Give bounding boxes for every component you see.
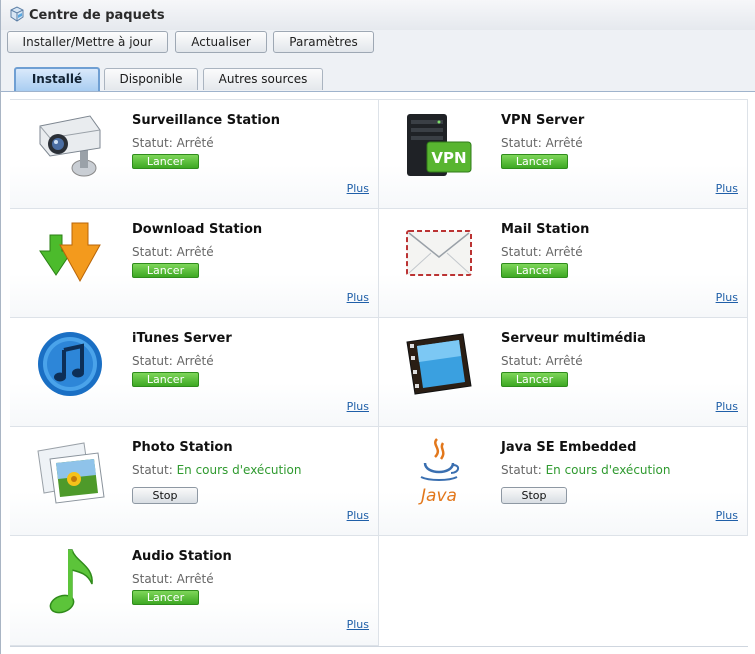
refresh-button[interactable]: Actualiser: [175, 31, 267, 53]
status-value: Arrêté: [545, 245, 583, 259]
more-link[interactable]: Plus: [347, 618, 369, 631]
tab-other-sources[interactable]: Autres sources: [203, 68, 323, 90]
package-name: Photo Station: [132, 440, 233, 455]
package-card-audio-station: Audio Station Statut: Arrêté Lancer Plus: [10, 536, 379, 646]
status-prefix: Statut:: [501, 245, 542, 259]
package-card-surveillance-station: Surveillance Station Statut: Arrêté Lanc…: [10, 100, 379, 209]
package-center-icon: [10, 6, 24, 22]
package-name: VPN Server: [501, 113, 585, 128]
package-card-itunes-server: iTunes Server Statut: Arrêté Lancer Plus: [10, 318, 379, 427]
package-status: Statut: En cours d'exécution: [132, 463, 302, 477]
status-prefix: Statut:: [132, 136, 173, 150]
launch-button[interactable]: Lancer: [132, 154, 199, 169]
status-prefix: Statut:: [132, 354, 173, 368]
package-card-serveur-multimedia: Serveur multimédia Statut: Arrêté Lancer…: [379, 318, 748, 427]
package-card-mail-station: Mail Station Statut: Arrêté Lancer Plus: [379, 209, 748, 318]
package-status: Statut: Arrêté: [132, 245, 214, 259]
package-name: Audio Station: [132, 549, 232, 564]
status-value: En cours d'exécution: [545, 463, 671, 477]
surveillance-camera-icon: [39, 115, 101, 177]
photo-frames-icon: [37, 442, 105, 504]
status-prefix: Statut:: [132, 463, 173, 477]
package-status: Statut: Arrêté: [132, 572, 214, 586]
package-status: Statut: Arrêté: [501, 136, 583, 150]
title-bar: Centre de paquets: [1, 0, 755, 31]
svg-text:Java: Java: [418, 486, 457, 506]
tab-installed[interactable]: Installé: [14, 67, 100, 91]
music-note-icon: [49, 549, 93, 614]
package-status: Statut: Arrêté: [501, 354, 583, 368]
status-prefix: Statut:: [501, 354, 542, 368]
launch-button[interactable]: Lancer: [132, 372, 199, 387]
package-name: Serveur multimédia: [501, 331, 646, 346]
launch-button[interactable]: Lancer: [501, 154, 568, 169]
package-card-vpn-server: VPN VPN Server Statut: Arrêté Lancer Plu…: [379, 100, 748, 209]
status-value: Arrêté: [545, 136, 583, 150]
launch-button[interactable]: Lancer: [132, 263, 199, 278]
package-name: Mail Station: [501, 222, 590, 237]
status-value: En cours d'exécution: [176, 463, 302, 477]
list-bottom-border: [10, 646, 748, 647]
java-cup-icon: Java: [418, 438, 459, 506]
launch-button[interactable]: Lancer: [132, 590, 199, 605]
itunes-note-icon: [38, 332, 102, 396]
download-arrows-icon: [39, 222, 101, 283]
package-card-photo-station: Photo Station Statut: En cours d'exécuti…: [10, 427, 379, 536]
package-name: Download Station: [132, 222, 263, 237]
launch-button[interactable]: Lancer: [501, 372, 568, 387]
install-update-button[interactable]: Installer/Mettre à jour: [7, 31, 168, 53]
package-card-download-station: Download Station Statut: Arrêté Lancer P…: [10, 209, 379, 318]
package-card-java-se-embedded: Java Java SE Embedded Statut: En cours d…: [379, 427, 748, 536]
stop-button[interactable]: Stop: [501, 487, 567, 504]
more-link[interactable]: Plus: [716, 509, 738, 522]
svg-text:VPN: VPN: [431, 149, 466, 167]
status-prefix: Statut:: [132, 572, 173, 586]
package-status: Statut: Arrêté: [132, 354, 214, 368]
status-prefix: Statut:: [501, 463, 542, 477]
stop-button[interactable]: Stop: [132, 487, 198, 504]
more-link[interactable]: Plus: [716, 400, 738, 413]
more-link[interactable]: Plus: [347, 509, 369, 522]
status-value: Arrêté: [176, 572, 214, 586]
status-prefix: Statut:: [132, 245, 173, 259]
status-prefix: Statut:: [501, 136, 542, 150]
more-link[interactable]: Plus: [716, 182, 738, 195]
package-name: iTunes Server: [132, 331, 232, 346]
more-link[interactable]: Plus: [347, 400, 369, 413]
tab-bar: Installé Disponible Autres sources: [1, 60, 755, 92]
status-value: Arrêté: [176, 245, 214, 259]
status-value: Arrêté: [176, 136, 214, 150]
more-link[interactable]: Plus: [347, 182, 369, 195]
package-status: Statut: Arrêté: [501, 245, 583, 259]
package-center-window: Centre de paquets Installer/Mettre à jou…: [0, 0, 755, 654]
package-status: Statut: En cours d'exécution: [501, 463, 671, 477]
media-film-icon: [406, 333, 472, 395]
more-link[interactable]: Plus: [347, 291, 369, 304]
settings-button[interactable]: Paramètres: [273, 31, 374, 53]
package-name: Surveillance Station: [132, 113, 280, 128]
package-name: Java SE Embedded: [501, 440, 637, 455]
tab-available[interactable]: Disponible: [104, 68, 198, 90]
status-value: Arrêté: [545, 354, 583, 368]
mail-envelope-icon: [406, 230, 472, 276]
toolbar: Installer/Mettre à jour Actualiser Param…: [1, 30, 755, 60]
window-title: Centre de paquets: [29, 8, 165, 23]
more-link[interactable]: Plus: [716, 291, 738, 304]
vpn-server-icon: VPN: [407, 114, 472, 176]
package-status: Statut: Arrêté: [132, 136, 214, 150]
status-value: Arrêté: [176, 354, 214, 368]
launch-button[interactable]: Lancer: [501, 263, 568, 278]
